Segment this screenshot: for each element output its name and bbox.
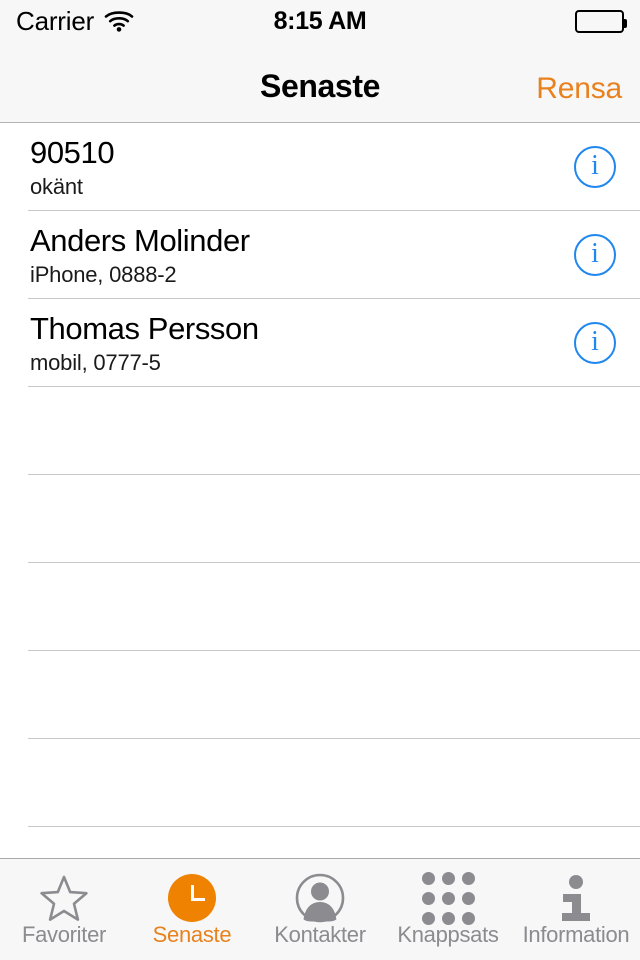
person-circle-icon	[295, 873, 345, 923]
carrier-label: Carrier	[16, 6, 95, 36]
recents-list[interactable]: 90510 okänt i Anders Molinder iPhone, 08…	[0, 123, 640, 858]
row-subtitle: iPhone, 0888-2	[30, 262, 177, 288]
empty-row	[0, 563, 640, 651]
tab-kontakter[interactable]: Kontakter	[256, 859, 384, 960]
row-text: 90510 okänt	[30, 135, 115, 200]
tab-knappsats[interactable]: Knappsats	[384, 859, 512, 960]
tab-label: Favoriter	[21, 922, 107, 947]
phone-app-screen: Carrier 8:15 AM Senaste Rensa 90510 okän…	[0, 0, 640, 960]
table-row[interactable]: Anders Molinder iPhone, 0888-2 i	[0, 211, 640, 299]
empty-row	[0, 651, 640, 739]
info-letter: i	[591, 150, 599, 181]
row-title: 90510	[30, 135, 115, 170]
table-row[interactable]: 90510 okänt i	[0, 123, 640, 211]
tab-bar: Favoriter Senaste Kontakter Knappsats In…	[0, 858, 640, 960]
row-title: Thomas Persson	[30, 311, 259, 346]
tab-label: Senaste	[152, 922, 232, 947]
table-row[interactable]: Thomas Persson mobil, 0777-5 i	[0, 299, 640, 387]
tab-favoriter[interactable]: Favoriter	[0, 859, 128, 960]
tab-label: Knappsats	[397, 922, 499, 947]
empty-row	[0, 475, 640, 563]
star-outline-icon	[39, 873, 89, 923]
row-subtitle: mobil, 0777-5	[30, 350, 161, 376]
row-title: Anders Molinder	[30, 223, 250, 258]
wifi-icon	[104, 10, 134, 32]
clock-icon	[168, 873, 216, 923]
info-button[interactable]: i	[574, 234, 616, 276]
row-text: Anders Molinder iPhone, 0888-2	[30, 224, 250, 288]
clear-button[interactable]: Rensa	[536, 72, 622, 106]
info-button[interactable]: i	[574, 146, 616, 188]
info-button[interactable]: i	[574, 322, 616, 364]
row-separator	[28, 826, 640, 827]
navigation-bar: Senaste Rensa	[0, 42, 640, 123]
tab-senaste[interactable]: Senaste	[128, 859, 256, 960]
tab-label: Information	[522, 922, 630, 947]
status-bar-left: Carrier	[16, 8, 134, 34]
empty-row	[0, 739, 640, 827]
status-bar: Carrier 8:15 AM	[0, 0, 640, 42]
status-bar-right	[575, 9, 627, 33]
info-letter: i	[591, 326, 599, 357]
info-letter: i	[591, 238, 599, 269]
battery-full-icon	[575, 9, 627, 33]
empty-row	[0, 387, 640, 475]
dialpad-grid-icon	[421, 871, 475, 925]
tab-information[interactable]: Information	[512, 859, 640, 960]
row-text: Thomas Persson mobil, 0777-5	[30, 312, 259, 376]
tab-label: Kontakter	[274, 922, 366, 947]
row-subtitle: okänt	[30, 174, 83, 200]
info-letter-icon	[556, 873, 596, 923]
